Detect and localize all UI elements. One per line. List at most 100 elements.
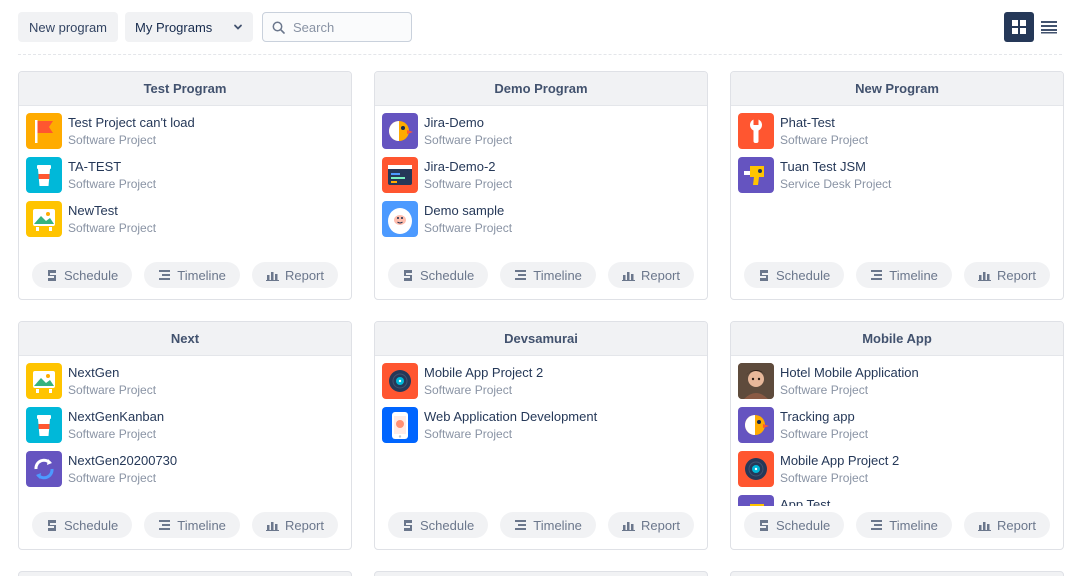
photo-avatar-icon: [738, 363, 774, 399]
project-name[interactable]: Tuan Test JSM: [780, 158, 891, 175]
program-title[interactable]: Test Program: [19, 72, 351, 106]
report-button[interactable]: Report: [963, 262, 1050, 288]
project-type: Software Project: [68, 221, 157, 235]
project-item[interactable]: Tracking app Software Project: [738, 407, 1056, 451]
project-type: Service Desk Project: [780, 177, 892, 191]
report-button[interactable]: Report: [963, 512, 1050, 538]
project-type: Software Project: [780, 383, 869, 397]
list-view-button[interactable]: [1036, 12, 1062, 42]
project-name[interactable]: Jira-Demo: [424, 114, 512, 131]
new-program-button[interactable]: New program: [18, 12, 118, 42]
project-name[interactable]: NextGen20200730: [68, 452, 177, 469]
schedule-label: Schedule: [776, 517, 831, 533]
project-type: Software Project: [424, 177, 513, 191]
project-item[interactable]: Mobile App Project 2 Software Project: [382, 363, 700, 407]
report-button[interactable]: Report: [251, 512, 338, 538]
timeline-button[interactable]: Timeline: [500, 512, 596, 538]
grid-view-icon: [1012, 20, 1026, 34]
project-type: Software Project: [68, 177, 157, 191]
project-name[interactable]: Test Project can't load: [68, 114, 195, 131]
program-title[interactable]: Mobile App: [731, 322, 1063, 356]
program-filter-select[interactable]: My Programs: [125, 12, 253, 42]
timeline-button[interactable]: Timeline: [144, 512, 240, 538]
project-name[interactable]: NextGen: [68, 364, 156, 381]
schedule-button[interactable]: Schedule: [388, 512, 489, 538]
refresh-icon: [26, 451, 62, 487]
schedule-button[interactable]: Schedule: [32, 512, 133, 538]
report-button[interactable]: Report: [251, 262, 338, 288]
timeline-button[interactable]: Timeline: [500, 262, 596, 288]
schedule-icon: [48, 519, 56, 531]
project-name[interactable]: Mobile App Project 2: [424, 364, 543, 381]
project-item[interactable]: Phat-Test Software Project: [738, 113, 1056, 157]
schedule-label: Schedule: [420, 267, 475, 283]
search-box[interactable]: [262, 12, 412, 42]
report-icon: [265, 521, 279, 531]
project-list: Test Project can't load Software Project…: [19, 106, 351, 256]
project-name[interactable]: TA-TEST: [68, 158, 156, 175]
program-title[interactable]: Devsamurai: [375, 322, 707, 356]
project-name[interactable]: NextGenKanban: [68, 408, 164, 425]
search-input[interactable]: [293, 19, 393, 35]
report-label: Report: [640, 267, 680, 283]
picture-icon: [26, 201, 62, 237]
vinyl-icon: [738, 451, 774, 487]
project-type: Software Project: [424, 383, 513, 397]
timeline-icon: [871, 520, 883, 530]
project-type: Software Project: [68, 383, 157, 397]
list-view-icon: [1041, 21, 1057, 34]
timeline-button[interactable]: Timeline: [856, 512, 952, 538]
program-title[interactable]: New Program: [731, 72, 1063, 106]
grid-view-button[interactable]: [1004, 12, 1034, 42]
program-card: Next NextGen Software Project NextGenKan…: [18, 321, 352, 550]
project-name[interactable]: Demo sample: [424, 202, 512, 219]
timeline-icon: [515, 520, 527, 530]
program-title[interactable]: Next: [19, 322, 351, 356]
timeline-label: Timeline: [533, 517, 582, 533]
report-icon: [621, 521, 635, 531]
project-name[interactable]: Web Application Development: [424, 408, 597, 425]
schedule-icon: [404, 519, 412, 531]
project-name[interactable]: Mobile App Project 2: [780, 452, 899, 469]
timeline-button[interactable]: Timeline: [144, 262, 240, 288]
program-title[interactable]: Demo Program: [375, 72, 707, 106]
program-card: Mobile App Hotel Mobile Application Soft…: [730, 321, 1064, 550]
schedule-button[interactable]: Schedule: [32, 262, 133, 288]
project-type: Software Project: [780, 133, 869, 147]
project-item[interactable]: Jira-Demo Software Project: [382, 113, 700, 157]
project-item[interactable]: Test Project can't load Software Project: [26, 113, 344, 157]
schedule-button[interactable]: Schedule: [744, 512, 845, 538]
project-list: Mobile App Project 2 Software Project We…: [375, 356, 707, 506]
report-icon: [265, 271, 279, 281]
project-item[interactable]: Jira-Demo-2 Software Project: [382, 157, 700, 201]
project-item[interactable]: Web Application Development Software Pro…: [382, 407, 700, 451]
program-card-peek: [374, 571, 708, 576]
report-button[interactable]: Report: [607, 512, 694, 538]
project-item[interactable]: NewTest Software Project: [26, 201, 344, 245]
schedule-button[interactable]: Schedule: [744, 262, 845, 288]
project-name[interactable]: Phat-Test: [780, 114, 868, 131]
timeline-button[interactable]: Timeline: [856, 262, 952, 288]
project-type: Software Project: [68, 133, 157, 147]
project-name[interactable]: Hotel Mobile Application: [780, 364, 919, 381]
project-item[interactable]: Demo sample Software Project: [382, 201, 700, 245]
project-item[interactable]: Hotel Mobile Application Software Projec…: [738, 363, 1056, 407]
report-button[interactable]: Report: [607, 262, 694, 288]
program-actions: Schedule Timeline Report: [32, 512, 338, 538]
project-item[interactable]: Tuan Test JSM Service Desk Project: [738, 157, 1056, 201]
project-name[interactable]: App Test: [780, 496, 868, 506]
report-icon: [621, 271, 635, 281]
project-item[interactable]: NextGen Software Project: [26, 363, 344, 407]
schedule-button[interactable]: Schedule: [388, 262, 489, 288]
project-item[interactable]: NextGen20200730 Software Project: [26, 451, 344, 495]
project-name[interactable]: NewTest: [68, 202, 156, 219]
project-name[interactable]: Jira-Demo-2: [424, 158, 512, 175]
project-name[interactable]: Tracking app: [780, 408, 868, 425]
picture-icon: [26, 363, 62, 399]
project-item[interactable]: Mobile App Project 2 Software Project: [738, 451, 1056, 495]
project-item[interactable]: App Test Software Project: [738, 495, 1056, 506]
project-item[interactable]: TA-TEST Software Project: [26, 157, 344, 201]
project-type: Software Project: [780, 471, 869, 485]
schedule-icon: [404, 269, 412, 281]
project-item[interactable]: NextGenKanban Software Project: [26, 407, 344, 451]
